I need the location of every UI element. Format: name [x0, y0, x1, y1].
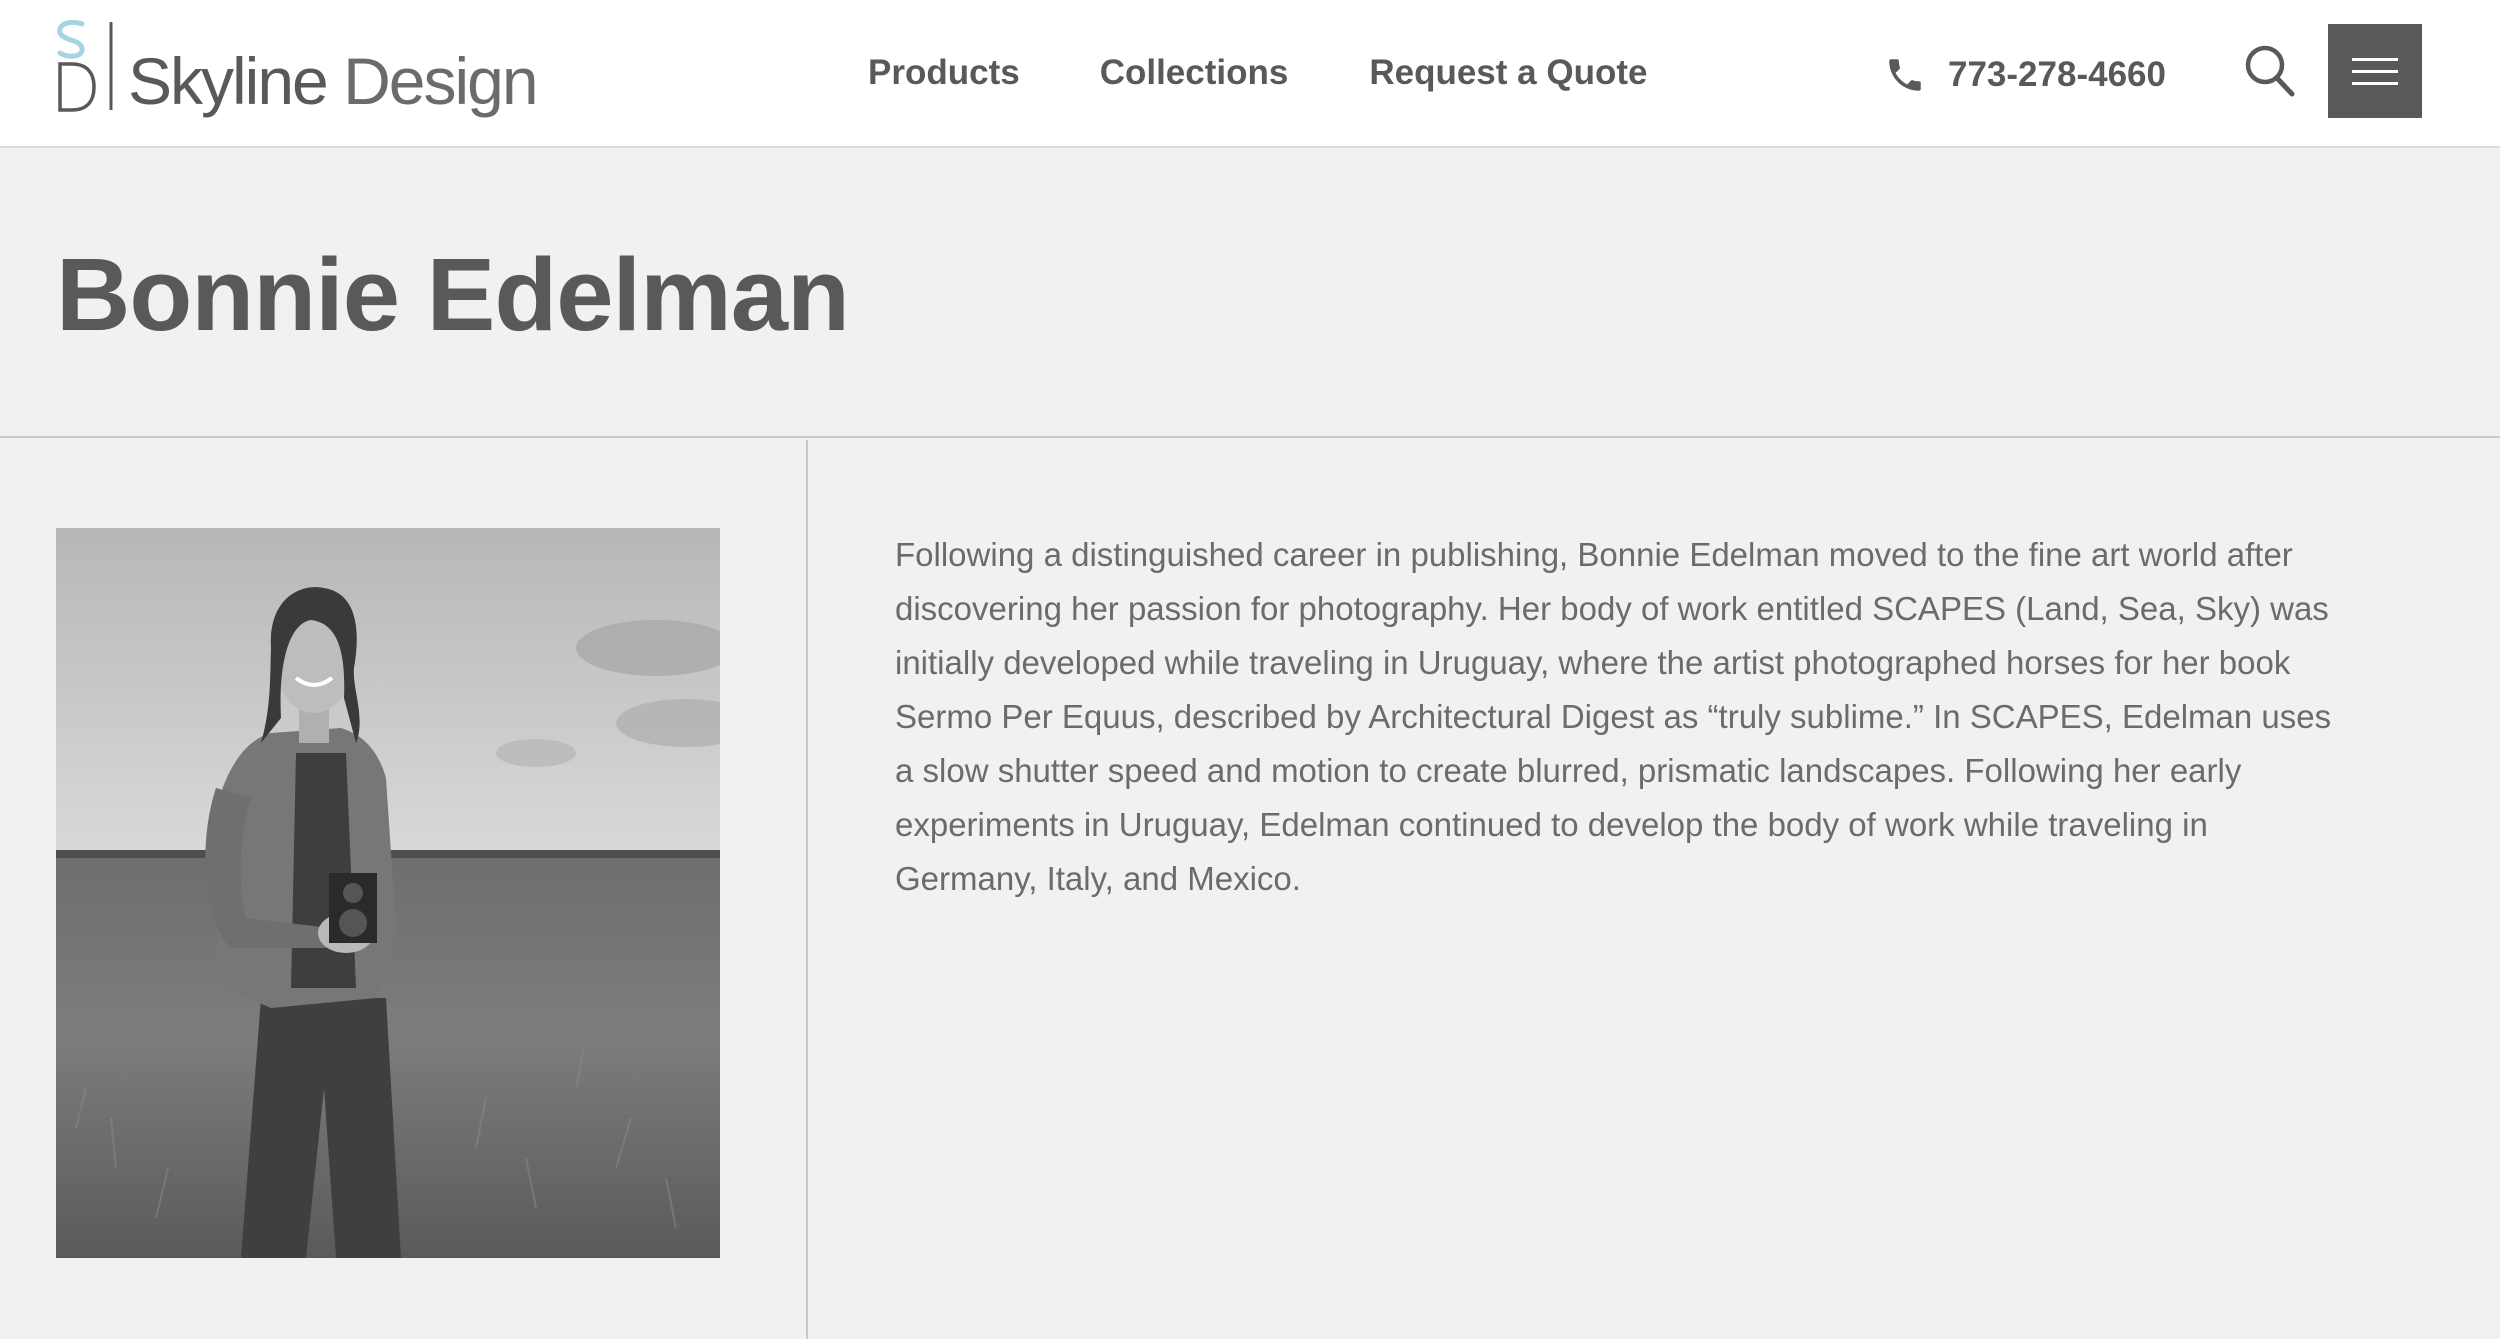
artist-portrait	[56, 528, 720, 1258]
phone-link[interactable]: 773-278-4660	[1884, 47, 2166, 103]
page-title: Bonnie Edelman	[56, 237, 850, 352]
main-nav: Products Collections Request a Quote	[868, 0, 1647, 146]
site-header: Skyline Design Products Collections Requ…	[0, 0, 2500, 148]
artist-photo-column	[0, 440, 808, 1339]
menu-button[interactable]	[2328, 24, 2422, 118]
title-band: Bonnie Edelman	[0, 148, 2500, 438]
logo-word-design: Design	[343, 44, 538, 118]
phone-icon	[1889, 59, 1921, 91]
artist-bio: Following a distinguished career in publ…	[895, 536, 2332, 897]
search-button[interactable]	[2244, 44, 2296, 100]
site-logo[interactable]: Skyline Design	[56, 20, 539, 124]
phone-number: 773-278-4660	[1948, 55, 2166, 94]
nav-request-quote[interactable]: Request a Quote	[1369, 53, 1647, 93]
portrait-image	[56, 528, 720, 1258]
nav-collections[interactable]: Collections	[1100, 53, 1289, 93]
search-icon	[2245, 45, 2295, 97]
nav-products[interactable]: Products	[868, 53, 1020, 93]
logo-word-skyline: Skyline	[128, 44, 329, 118]
logo-wordmark: Skyline Design	[128, 48, 539, 114]
